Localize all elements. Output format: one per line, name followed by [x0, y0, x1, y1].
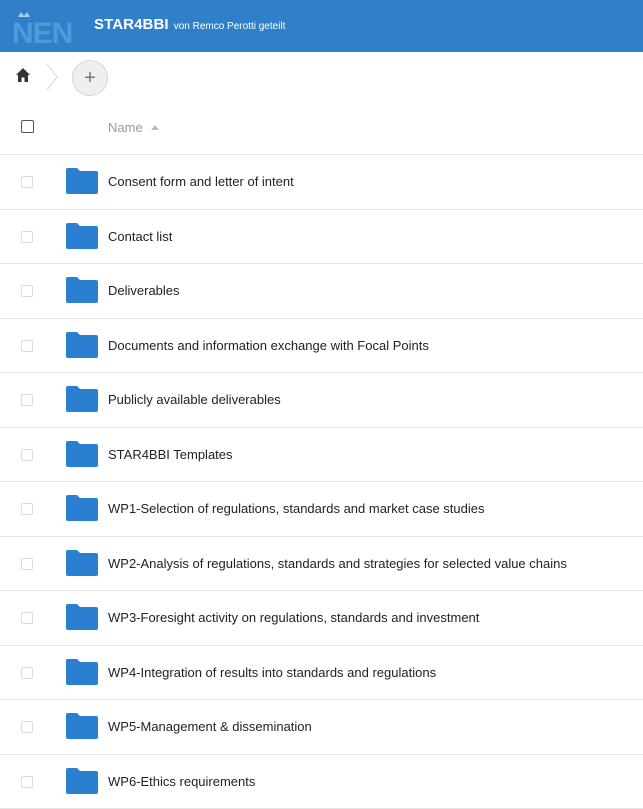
name-column-label: Name	[108, 120, 143, 135]
folder-name[interactable]: WP2-Analysis of regulations, standards a…	[108, 556, 567, 571]
folder-icon	[66, 441, 98, 467]
folder-icon	[66, 277, 98, 303]
folder-row[interactable]: WP6-Ethics requirements	[0, 755, 643, 809]
nen-logo[interactable]: NEN	[12, 11, 82, 45]
header-title: STAR4BBI von Remco Perotti geteilt	[94, 16, 285, 33]
row-checkbox[interactable]	[21, 340, 33, 352]
folder-row[interactable]: Consent form and letter of intent	[0, 155, 643, 210]
folder-icon	[66, 332, 98, 358]
row-checkbox[interactable]	[21, 776, 33, 788]
row-checkbox[interactable]	[21, 612, 33, 624]
plus-icon: +	[84, 68, 96, 88]
row-checkbox[interactable]	[21, 721, 33, 733]
row-checkbox[interactable]	[21, 449, 33, 461]
folder-row[interactable]: Publicly available deliverables	[0, 373, 643, 428]
file-list-header: Name	[0, 102, 643, 155]
sort-by-name[interactable]: Name	[108, 120, 159, 135]
folder-name[interactable]: Consent form and letter of intent	[108, 174, 294, 189]
row-checkbox[interactable]	[21, 394, 33, 406]
folder-icon	[66, 168, 98, 194]
folder-icon	[66, 713, 98, 739]
top-header: NEN STAR4BBI von Remco Perotti geteilt	[0, 0, 643, 52]
row-checkbox[interactable]	[21, 285, 33, 297]
folder-row[interactable]: Deliverables	[0, 264, 643, 319]
folder-row[interactable]: WP3-Foresight activity on regulations, s…	[0, 591, 643, 646]
folder-name[interactable]: Deliverables	[108, 283, 180, 298]
folder-row[interactable]: WP4-Integration of results into standard…	[0, 646, 643, 701]
select-all-checkbox[interactable]	[21, 120, 34, 133]
folder-name[interactable]: WP6-Ethics requirements	[108, 774, 255, 789]
breadcrumb-bar: +	[0, 52, 643, 102]
folder-icon	[66, 604, 98, 630]
folder-row[interactable]: WP5-Management & dissemination	[0, 700, 643, 755]
folder-name[interactable]: WP3-Foresight activity on regulations, s…	[108, 610, 479, 625]
sort-ascending-icon	[151, 125, 159, 130]
breadcrumb-separator-icon	[45, 63, 59, 91]
shared-by-text: von Remco Perotti geteilt	[174, 21, 286, 32]
folder-icon	[66, 386, 98, 412]
row-checkbox[interactable]	[21, 558, 33, 570]
home-icon[interactable]	[15, 67, 31, 83]
folder-icon	[66, 495, 98, 521]
folder-rows: Consent form and letter of intent Contac…	[0, 155, 643, 809]
logo-text: NEN	[12, 17, 72, 45]
folder-icon	[66, 550, 98, 576]
folder-icon	[66, 768, 98, 794]
add-new-button[interactable]: +	[72, 60, 108, 96]
folder-name[interactable]: WP1-Selection of regulations, standards …	[108, 501, 484, 516]
folder-row[interactable]: Contact list	[0, 210, 643, 265]
row-checkbox[interactable]	[21, 176, 33, 188]
folder-name[interactable]: STAR4BBI Templates	[108, 447, 233, 462]
row-checkbox[interactable]	[21, 503, 33, 515]
folder-name[interactable]: Documents and information exchange with …	[108, 338, 429, 353]
folder-name[interactable]: Publicly available deliverables	[108, 392, 281, 407]
folder-row[interactable]: Documents and information exchange with …	[0, 319, 643, 374]
folder-name[interactable]: Contact list	[108, 229, 172, 244]
app-name[interactable]: STAR4BBI	[94, 16, 169, 33]
folder-row[interactable]: WP1-Selection of regulations, standards …	[0, 482, 643, 537]
row-checkbox[interactable]	[21, 231, 33, 243]
folder-icon	[66, 223, 98, 249]
folder-name[interactable]: WP4-Integration of results into standard…	[108, 665, 436, 680]
folder-row[interactable]: WP2-Analysis of regulations, standards a…	[0, 537, 643, 592]
file-list: Name Consent form and letter of intent C…	[0, 102, 643, 809]
folder-name[interactable]: WP5-Management & dissemination	[108, 719, 312, 734]
row-checkbox[interactable]	[21, 667, 33, 679]
folder-icon	[66, 659, 98, 685]
folder-row[interactable]: STAR4BBI Templates	[0, 428, 643, 483]
